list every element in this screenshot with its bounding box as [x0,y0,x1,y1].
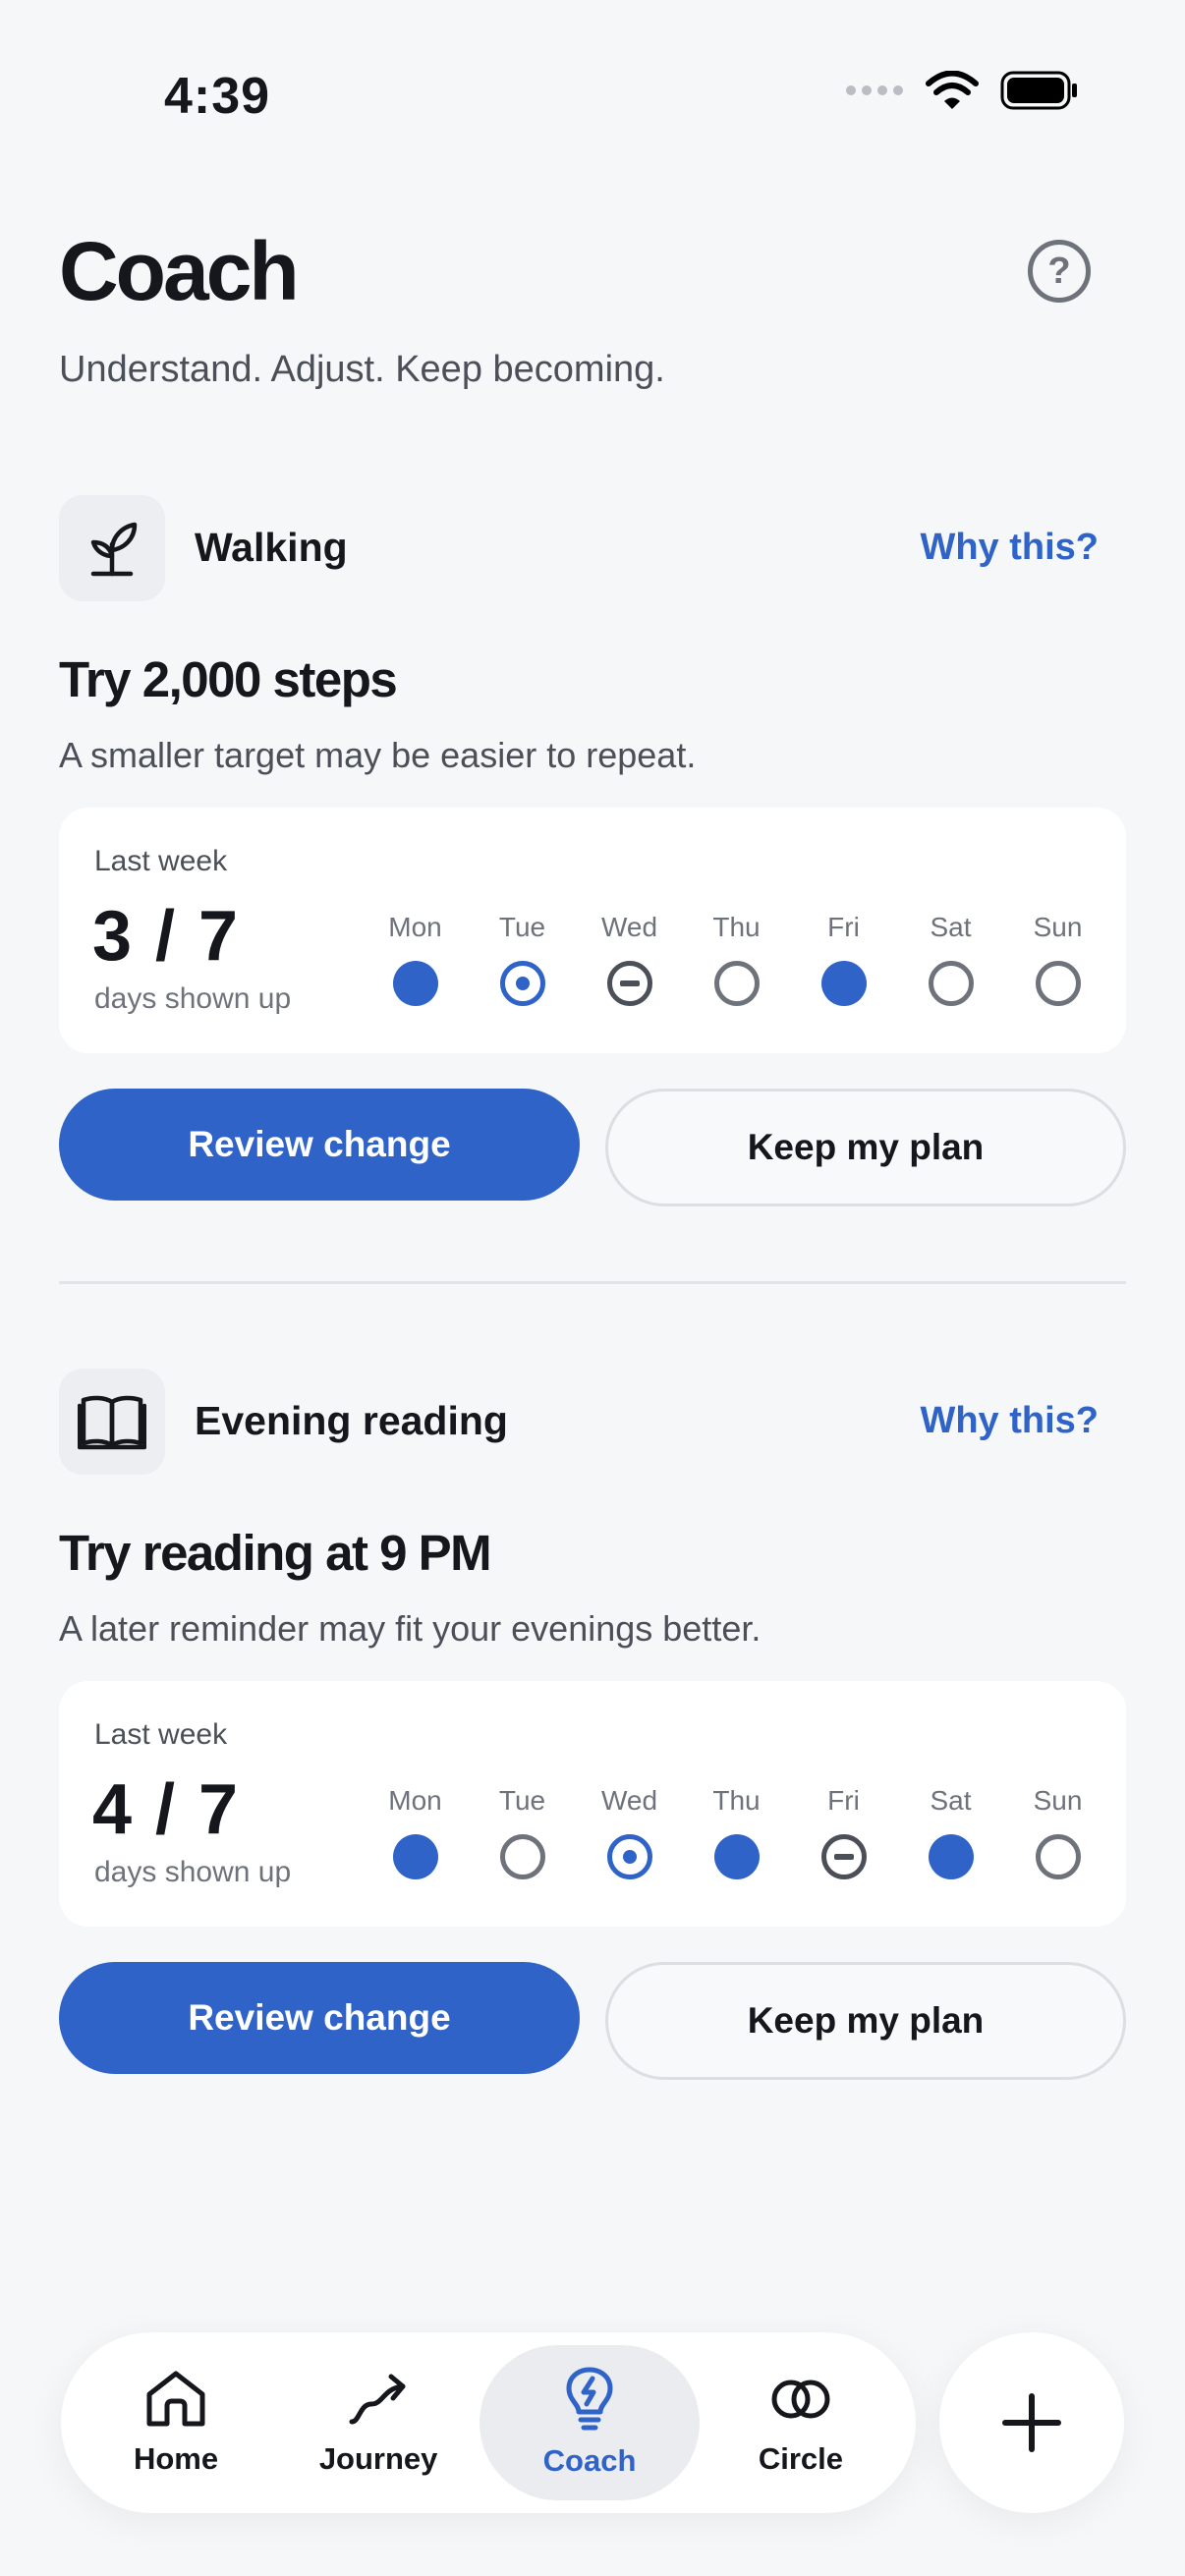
circle-rings-icon [771,2380,830,2419]
week-label: Last week [94,845,228,877]
day-sat: Sat [897,1785,1004,1893]
nav-label: Circle [758,2441,844,2476]
day-thu: Thu [683,912,790,1020]
day-status-done [714,1834,760,1879]
day-status-skip [821,1834,867,1879]
day-status-open [714,961,760,1006]
day-sun: Sun [1004,1785,1111,1893]
day-tracker: Mon Tue Wed Thu Fri Sat Sun [362,912,1111,1020]
day-label: Mon [388,1785,442,1816]
signal-icon [846,85,903,95]
nav-label: Home [133,2441,219,2476]
day-wed: Wed [576,1785,683,1893]
week-card: Last week 3 / 7 days shown up Mon Tue Wed T… [59,808,1126,1053]
nav-label: Coach [542,2443,637,2478]
status-icons [845,71,1079,110]
day-status-open [1036,961,1081,1006]
day-status-done [393,1834,438,1879]
habit-section-evening-reading: Evening reading Why this? Try reading at… [59,1369,1126,2080]
day-status-today [500,961,545,1006]
day-mon: Mon [362,1785,469,1893]
nav-label: Journey [318,2441,438,2476]
add-button[interactable] [939,2332,1124,2513]
help-button[interactable]: ? [1028,240,1091,303]
day-thu: Thu [683,1785,790,1893]
suggestion-title: Try 2,000 steps [59,651,398,707]
day-status-done [929,1834,974,1879]
bottom-nav: Home Journey Coach Circle [61,2332,916,2513]
page-subtitle: Understand. Adjust. Keep becoming. [59,349,665,390]
day-label: Thu [712,1785,761,1816]
day-status-done [393,961,438,1006]
status-time: 4:39 [164,68,271,125]
week-count: 3 / 7 [92,897,241,976]
habit-name: Walking [195,525,348,570]
day-tue: Tue [469,912,576,1020]
page-title: Coach [59,225,300,317]
book-icon [59,1369,165,1475]
suggestion-description: A smaller target may be easier to repeat… [59,735,697,775]
day-label: Tue [498,1785,546,1816]
nav-item-home[interactable]: Home [75,2345,277,2500]
day-tue: Tue [469,1785,576,1893]
week-card: Last week 4 / 7 days shown up Mon Tue Wed T… [59,1681,1126,1927]
week-caption: days shown up [94,1856,292,1888]
habit-section-walking: Walking Why this? Try 2,000 steps A smal… [59,495,1126,1206]
suggestion-title: Try reading at 9 PM [59,1525,492,1581]
day-status-done [821,961,867,1006]
day-sat: Sat [897,912,1004,1020]
nav-item-journey[interactable]: Journey [277,2345,480,2500]
day-fri: Fri [790,912,897,1020]
habit-header: Evening reading Why this? [59,1369,1126,1477]
lightbulb-icon [566,2367,613,2431]
day-status-open [1036,1834,1081,1879]
week-label: Last week [94,1718,228,1751]
day-status-open [929,961,974,1006]
wifi-icon [926,71,979,109]
day-label: Sat [930,1785,972,1816]
day-status-today [607,1834,652,1879]
day-wed: Wed [576,912,683,1020]
question-icon: ? [1047,250,1071,292]
nav-item-circle[interactable]: Circle [700,2345,902,2500]
nav-item-coach[interactable]: Coach [480,2345,700,2500]
home-icon [146,2371,205,2427]
keep-my-plan-button[interactable]: Keep my plan [605,1089,1126,1206]
keep-my-plan-button[interactable]: Keep my plan [605,1962,1126,2080]
review-change-button[interactable]: Review change [59,1089,580,1201]
day-sun: Sun [1004,912,1111,1020]
battery-icon [1000,71,1077,110]
day-label: Fri [827,912,860,942]
day-label: Sun [1033,1785,1083,1816]
plus-icon [1002,2393,1061,2452]
habit-header: Walking Why this? [59,495,1126,603]
week-count: 4 / 7 [92,1770,241,1849]
day-tracker: Mon Tue Wed Thu Fri Sat Sun [362,1785,1111,1893]
day-label: Sat [930,912,972,942]
sprout-icon [59,495,165,601]
day-label: Wed [600,1785,658,1816]
day-label: Sun [1033,912,1083,942]
day-mon: Mon [362,912,469,1020]
status-bar: 4:39 [0,0,1185,196]
week-caption: days shown up [94,982,292,1015]
day-label: Thu [712,912,761,942]
day-label: Wed [600,912,658,942]
day-status-open [500,1834,545,1879]
section-divider [59,1281,1126,1284]
day-fri: Fri [790,1785,897,1893]
review-change-button[interactable]: Review change [59,1962,580,2074]
why-this-link[interactable]: Why this? [920,1400,1099,1442]
day-label: Mon [388,912,442,942]
why-this-link[interactable]: Why this? [920,527,1099,569]
suggestion-description: A later reminder may fit your evenings b… [59,1608,762,1649]
day-label: Tue [498,912,546,942]
habit-name: Evening reading [195,1398,508,1443]
day-label: Fri [827,1785,860,1816]
day-status-skip [607,961,652,1006]
journey-arrow-icon [349,2374,406,2425]
